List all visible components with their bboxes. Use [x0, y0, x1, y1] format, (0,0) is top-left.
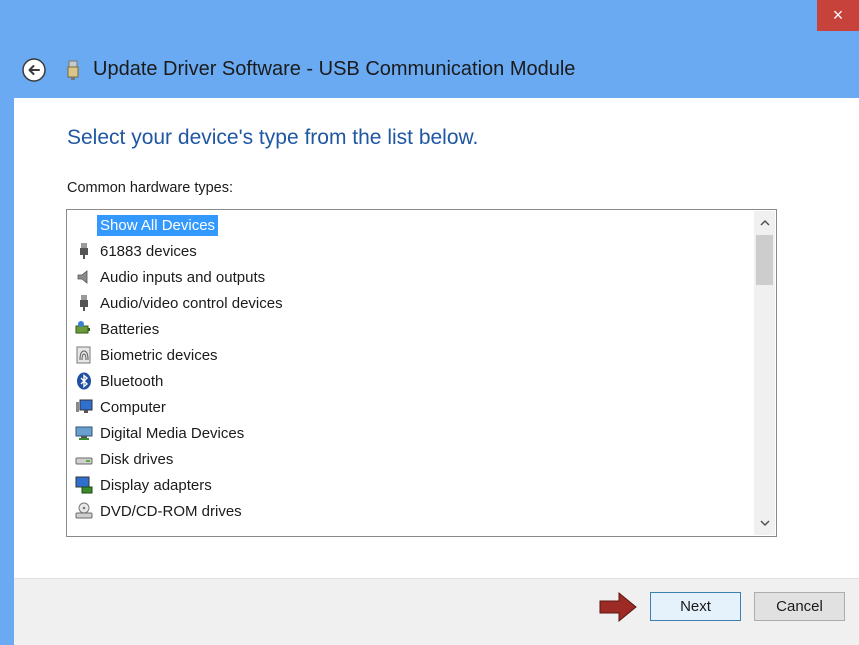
list-item-show-all-devices[interactable]: Show All Devices — [75, 212, 219, 238]
dvd-drive-icon — [75, 502, 93, 519]
close-button[interactable]: × — [817, 0, 859, 31]
list-item-disk-drives[interactable]: Disk drives — [75, 446, 176, 472]
usb-plug-icon — [80, 295, 88, 311]
window-title: Update Driver Software - USB Communicati… — [93, 58, 576, 80]
list-item-batteries[interactable]: Batteries — [75, 316, 162, 342]
usb-device-icon — [67, 60, 79, 80]
chevron-up-icon — [759, 219, 770, 226]
computer-icon — [76, 399, 93, 413]
right-arrow-icon — [599, 591, 637, 623]
back-arrow-icon[interactable] — [22, 58, 46, 82]
next-button[interactable]: Next — [650, 592, 741, 621]
list-item-display-adapters[interactable]: Display adapters — [75, 472, 215, 498]
scroll-thumb[interactable] — [756, 235, 773, 285]
bluetooth-icon — [77, 372, 91, 390]
fingerprint-icon — [76, 346, 91, 364]
display-adapter-icon — [75, 476, 93, 494]
disk-drive-icon — [75, 457, 93, 465]
cancel-button[interactable]: Cancel — [754, 592, 845, 621]
list-item-dvd-cd-rom-drives[interactable]: DVD/CD-ROM drives — [75, 498, 245, 524]
dialog-window: × Update Driver Software - USB Communica… — [0, 0, 859, 645]
hardware-types-listbox[interactable]: Show All Devices 61883 devices Audio inp… — [66, 209, 777, 537]
list-item-audio-video-control-devices[interactable]: Audio/video control devices — [75, 290, 286, 316]
page-heading: Select your device's type from the list … — [67, 126, 479, 149]
list-item-bluetooth[interactable]: Bluetooth — [75, 368, 166, 394]
list-item-computer[interactable]: Computer — [75, 394, 169, 420]
blank-icon — [75, 216, 93, 234]
battery-icon — [75, 321, 90, 334]
list-item-61883-devices[interactable]: 61883 devices — [75, 238, 200, 264]
list-item-biometric-devices[interactable]: Biometric devices — [75, 342, 221, 368]
scroll-down-button[interactable] — [754, 513, 775, 533]
speaker-icon — [77, 270, 88, 284]
media-device-icon — [75, 426, 93, 440]
list-item-audio-inputs-and-outputs[interactable]: Audio inputs and outputs — [75, 264, 268, 290]
list-item-digital-media-devices[interactable]: Digital Media Devices — [75, 420, 247, 446]
usb-plug-icon — [80, 243, 88, 259]
chevron-down-icon — [759, 520, 770, 527]
list-scrollbar[interactable] — [754, 211, 775, 535]
list-label: Common hardware types: — [67, 180, 234, 196]
scroll-up-button[interactable] — [754, 213, 775, 233]
